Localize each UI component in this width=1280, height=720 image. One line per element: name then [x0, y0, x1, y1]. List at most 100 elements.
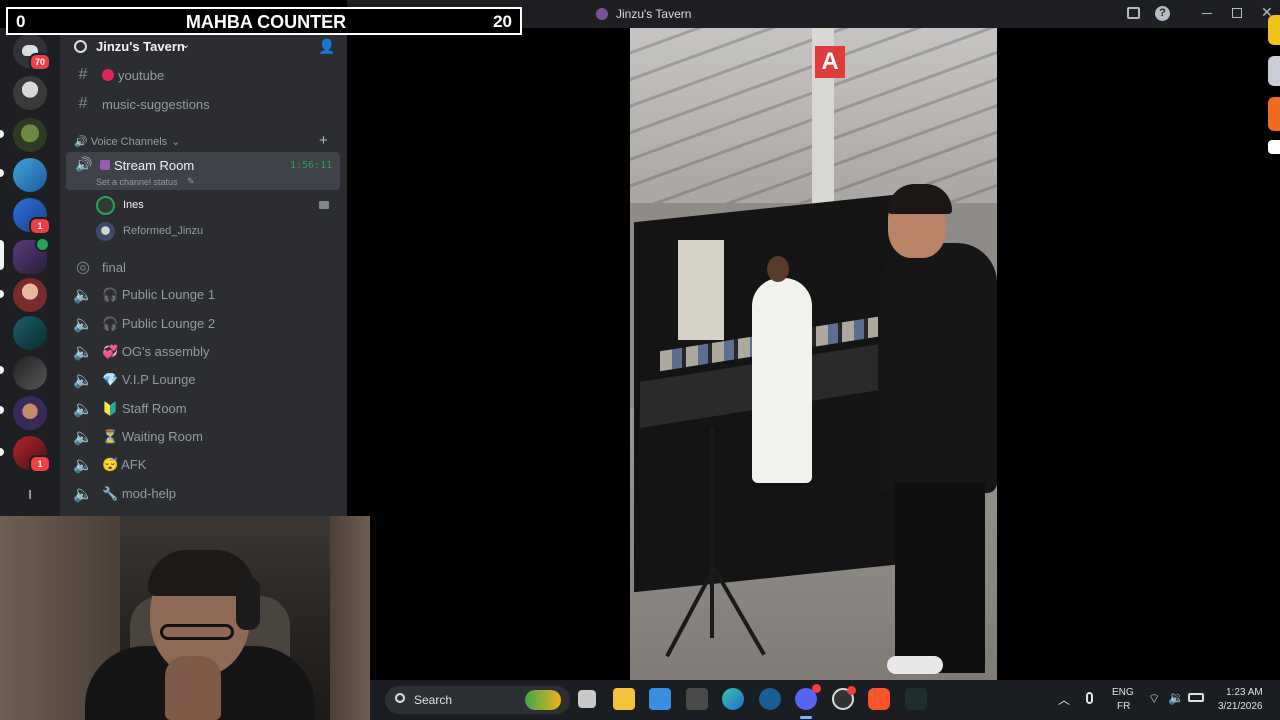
edge-app-icon[interactable]	[1268, 140, 1280, 154]
voice-active-icon	[35, 237, 50, 252]
search-icon	[395, 693, 405, 703]
file-explorer-icon[interactable]	[613, 688, 635, 710]
server-icon[interactable]	[13, 278, 47, 312]
voice-speaker-icon: 🔈	[73, 287, 93, 304]
voice-user-reformed-jinzu[interactable]: Reformed_Jinzu	[90, 220, 340, 244]
hashtag-icon: #	[78, 66, 88, 83]
server-name: Jinzu's Tavern	[96, 39, 185, 54]
channel-label: ⏳ Waiting Room	[102, 429, 203, 444]
chevron-down-icon: ⌄	[181, 39, 191, 51]
discord-taskbar-icon[interactable]	[795, 684, 821, 710]
channel-waiting-room[interactable]: 🔈 ⏳ Waiting Room	[66, 424, 340, 450]
voice-user-ines[interactable]: Ines	[90, 194, 340, 218]
steam-icon[interactable]	[759, 688, 781, 710]
active-app-indicator	[800, 716, 812, 719]
microphone-icon[interactable]	[1086, 692, 1093, 704]
unread-pill	[0, 448, 4, 456]
server-icon[interactable]	[13, 118, 47, 152]
booth-sign-letter: A	[821, 48, 839, 75]
unread-pill	[0, 366, 4, 374]
invite-icon[interactable]: 👤	[318, 38, 335, 55]
channel-mod-help[interactable]: 🔈 🔧 mod-help	[66, 481, 340, 507]
voice-category[interactable]: 🔊 Voice Channels ⌄	[74, 135, 181, 149]
category-label: Voice Channels	[90, 135, 168, 148]
volume-icon[interactable]: 🔉	[1168, 690, 1184, 706]
server-rail: 70 1 1 I	[0, 28, 60, 520]
chevron-up-icon[interactable]: ︿	[1058, 691, 1070, 708]
server-icon[interactable]: 1	[13, 198, 51, 235]
language-primary[interactable]: ENG	[1112, 687, 1134, 698]
clock-date[interactable]: 3/21/2026	[1218, 701, 1263, 712]
avatar	[96, 196, 115, 215]
clock-time[interactable]: 1:23 AM	[1226, 687, 1263, 698]
edge-browser-icon[interactable]	[722, 688, 744, 710]
channel-youtube[interactable]: # youtube	[66, 62, 340, 88]
direct-messages-button[interactable]: 70	[13, 34, 51, 71]
edge-app-icon[interactable]	[1268, 97, 1280, 131]
server-icon-letter[interactable]: I	[13, 478, 47, 512]
task-view-icon[interactable]	[578, 690, 596, 708]
notification-dot	[812, 684, 821, 693]
mahba-counter-overlay: 0 MAHBA COUNTER 20	[6, 7, 522, 35]
channel-sidebar: Jinzu's Tavern ⌄ 👤 # youtube # music-sug…	[60, 28, 347, 520]
voice-speaker-icon: 🔊	[75, 156, 93, 172]
server-icon[interactable]	[13, 396, 47, 430]
unread-pill	[0, 130, 4, 138]
channel-final[interactable]: ◎ final	[66, 254, 340, 280]
unread-pill	[0, 406, 4, 414]
webcam-curtain	[330, 516, 370, 720]
search-highlight-icon	[525, 690, 561, 710]
taskbar-search[interactable]: Search	[385, 686, 570, 714]
channel-status[interactable]: Set a channel status	[96, 177, 178, 187]
help-icon[interactable]: ?	[1155, 6, 1170, 21]
taskbar: Search ︿ ENG FR ⌔ 🔉 1:23 AM 3/21/2026	[370, 680, 1280, 720]
channel-public-lounge-1[interactable]: 🔈 🎧 Public Lounge 1	[66, 282, 340, 308]
server-letter: I	[28, 487, 32, 502]
server-icon[interactable]: 1	[13, 436, 51, 473]
person-white-robe	[752, 278, 812, 483]
channel-public-lounge-2[interactable]: 🔈 🎧 Public Lounge 2	[66, 311, 340, 337]
channel-vip-lounge[interactable]: 🔈 💎 V.I.P Lounge	[66, 367, 340, 393]
server-badge: 1	[29, 217, 51, 235]
channel-label: final	[102, 259, 126, 275]
recording-dot	[847, 686, 856, 695]
stream-video[interactable]: A	[630, 28, 997, 680]
server-icon[interactable]	[13, 158, 47, 192]
channel-stream-room[interactable]: 🔊 Stream Room 1:56:11 Set a channel stat…	[66, 152, 340, 190]
unity-icon[interactable]	[686, 688, 708, 710]
server-icon[interactable]	[13, 316, 47, 350]
language-secondary[interactable]: FR	[1117, 701, 1130, 712]
channel-music-suggestions[interactable]: # music-suggestions	[66, 91, 340, 117]
channel-label: 🎧 Public Lounge 1	[102, 287, 216, 302]
store-icon[interactable]	[649, 688, 671, 710]
maximize-icon[interactable]	[1232, 8, 1242, 18]
server-icon-jinzus-tavern[interactable]	[13, 237, 50, 274]
brave-browser-icon[interactable]	[868, 688, 890, 710]
voice-speaker-icon: 🔈	[73, 401, 93, 418]
counter-right-value: 20	[493, 12, 512, 31]
voice-speaker-icon: 🔈	[73, 486, 93, 503]
webcam-overlay	[0, 516, 370, 720]
unread-pill	[0, 169, 4, 177]
stage-icon: ◎	[76, 259, 90, 276]
minimize-icon[interactable]	[1202, 13, 1212, 14]
battery-icon[interactable]	[1188, 693, 1204, 702]
channel-staff-room[interactable]: 🔈 🔰 Staff Room	[66, 396, 340, 422]
server-icon[interactable]	[13, 356, 47, 390]
channel-afk[interactable]: 🔈 😴 AFK	[66, 452, 340, 478]
create-channel-icon[interactable]: +	[319, 132, 328, 149]
edge-app-icon[interactable]	[1268, 15, 1280, 45]
glasses-icon	[160, 624, 234, 640]
channel-ogs-assembly[interactable]: 🔈 💞 OG's assembly	[66, 339, 340, 365]
wifi-icon[interactable]: ⌔	[1148, 691, 1160, 707]
pencil-icon[interactable]: ✎	[187, 176, 195, 187]
chevron-down-icon: ⌄	[171, 136, 181, 148]
circle-emoji-icon	[102, 68, 114, 81]
channel-label: 💞 OG's assembly	[102, 344, 210, 359]
edge-app-icon[interactable]	[1268, 56, 1280, 86]
obs-icon[interactable]	[832, 686, 856, 710]
person-black-jacket	[878, 243, 997, 493]
terminal-icon[interactable]	[905, 688, 927, 710]
server-icon[interactable]	[13, 76, 47, 110]
inbox-icon[interactable]	[1127, 7, 1140, 19]
